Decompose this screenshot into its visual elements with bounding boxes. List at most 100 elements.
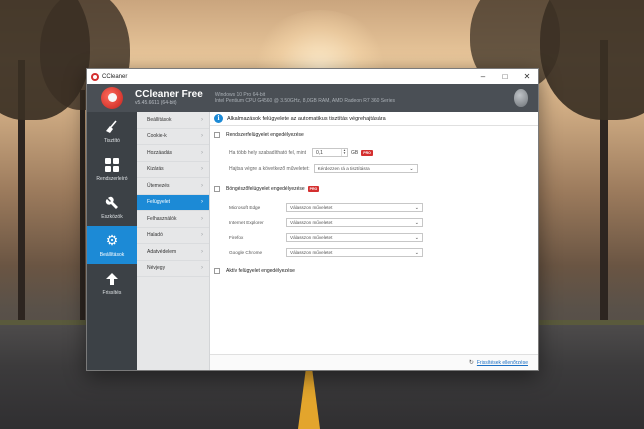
subnav-item-include[interactable]: Hozzáadás › (137, 145, 209, 162)
subnav-item-advanced[interactable]: Haladó › (137, 228, 209, 244)
settings-subnav: Beállítások › Cookie-k › Hozzáadás › Kizárá… (137, 112, 210, 370)
subnav-item-exclude[interactable]: Kizárás › (137, 162, 209, 178)
arrow-up-icon (104, 271, 120, 287)
info-text: Alkalmazások felügyelete az automatikus … (227, 115, 386, 122)
browser-action-value: Válasszon műveletet (290, 250, 333, 255)
chevron-right-icon: › (201, 265, 203, 272)
subnav-item-label: Beállítások (147, 116, 172, 123)
ccleaner-window: CCleaner – □ ✕ CCleaner Free v5.45.6611 … (86, 68, 539, 371)
product-version: v5.45.6611 (64-bit) (135, 100, 177, 106)
threshold-input[interactable]: 0,1 ▲ ▼ (312, 148, 348, 157)
chevron-down-icon: ⌄ (414, 204, 419, 211)
nav-registry[interactable]: Rendszerleíró (87, 150, 137, 188)
browser-action-value: Válasszon műveletet (290, 220, 333, 225)
registry-grid-icon (104, 157, 120, 173)
subnav-item-users[interactable]: Felhasználók › (137, 211, 209, 228)
subnav-item-privacy[interactable]: Adatvédelem › (137, 244, 209, 261)
chevron-down-icon: ⌄ (414, 249, 419, 256)
system-info: Windows 10 Pro 64-bit Intel Pentium CPU … (215, 92, 395, 104)
chevron-right-icon: › (201, 232, 203, 239)
subnav-item-label: Kizárás (147, 166, 164, 173)
chevron-right-icon: › (201, 182, 203, 189)
nav-cleaner[interactable]: Tisztító (87, 112, 137, 150)
browser-action-value: Válasszon műveletet (290, 205, 333, 210)
broom-icon (104, 119, 120, 135)
nav-tools-label: Eszközök (101, 213, 123, 220)
piriform-pear-icon (514, 89, 528, 107)
app-header: CCleaner Free v5.45.6611 (64-bit) Window… (87, 84, 538, 112)
monitoring-panel: i Alkalmazások felügyelete az automatiku… (210, 112, 538, 370)
subnav-item-label: Cookie-k (147, 133, 167, 140)
threshold-value: 0,1 (316, 149, 323, 156)
left-nav: Tisztító Rendszerleíró Eszközök ⚙ Beállí… (87, 112, 137, 370)
window-title: CCleaner (102, 73, 128, 80)
info-bar: i Alkalmazások felügyelete az automatiku… (210, 112, 538, 126)
chevron-right-icon: › (201, 149, 203, 156)
subnav-item-cookies[interactable]: Cookie-k › (137, 129, 209, 145)
browser-action-select-edge[interactable]: Válasszon műveletet ⌄ (286, 203, 423, 212)
browser-name-firefox: Firefox (229, 235, 244, 240)
nav-cleaner-label: Tisztító (104, 137, 120, 144)
panel-footer: ↻ Frissítések ellenőrzése (210, 354, 538, 370)
window-controls: – □ ✕ (472, 69, 538, 84)
active-monitoring-checkbox[interactable] (214, 268, 220, 274)
chevron-down-icon: ⌄ (409, 165, 414, 172)
gear-icon: ⚙ (105, 232, 119, 248)
maximize-button[interactable]: □ (494, 69, 516, 84)
pro-badge: PRO (361, 149, 373, 156)
browser-name-chrome: Google Chrome (229, 250, 263, 255)
browser-monitoring-checkbox[interactable] (214, 186, 220, 192)
action-row: Hajtsa végre a következő műveletet: Kérd… (229, 164, 418, 173)
minimize-button[interactable]: – (472, 69, 494, 84)
active-monitoring-label: Aktív felügyelet engedélyezése (226, 268, 295, 274)
nav-tools[interactable]: Eszközök (87, 188, 137, 226)
browser-action-select-firefox[interactable]: Válasszon műveletet ⌄ (286, 233, 423, 242)
action-label: Hajtsa végre a következő műveletet: (229, 165, 310, 172)
threshold-unit: GB (351, 149, 359, 156)
chevron-down-icon: ⌄ (414, 234, 419, 241)
title-bar[interactable]: CCleaner – □ ✕ (87, 69, 538, 84)
info-icon: i (214, 114, 223, 123)
nav-settings[interactable]: ⚙ Beállítások (87, 226, 137, 264)
pro-badge: PRO (307, 186, 320, 192)
subnav-item-monitoring[interactable]: Felügyelet › (137, 194, 209, 211)
action-select[interactable]: Kérdezzen rá a tisztításra ⌄ (313, 164, 418, 173)
system-monitoring-checkbox[interactable] (214, 132, 220, 138)
browser-name-ie: Internet Explorer (229, 220, 264, 225)
chevron-right-icon: › (201, 248, 203, 255)
active-monitoring-row: Aktív felügyelet engedélyezése (214, 268, 295, 274)
nav-registry-label: Rendszerleíró (96, 175, 128, 182)
chevron-right-icon: › (201, 215, 203, 222)
action-select-value: Kérdezzen rá a tisztításra (317, 166, 370, 171)
subnav-item-settings[interactable]: Beállítások › (137, 112, 209, 129)
threshold-spinner[interactable]: ▲ ▼ (341, 149, 347, 156)
chevron-right-icon: › (201, 116, 203, 123)
browser-action-select-chrome[interactable]: Válasszon műveletet ⌄ (286, 248, 423, 257)
ccleaner-logo (87, 84, 137, 112)
subnav-item-label: Ütemezés (147, 182, 170, 189)
subnav-item-label: Hozzáadás (147, 149, 173, 156)
nav-settings-label: Beállítások (99, 251, 125, 258)
subnav-item-about[interactable]: Névjegy › (137, 261, 209, 277)
browser-action-select-ie[interactable]: Válasszon műveletet ⌄ (286, 218, 423, 227)
threshold-label: Ha több hely szabadítható fel, mint (229, 149, 306, 156)
system-monitoring-label: Rendszerfelügyelet engedélyezése (226, 132, 304, 138)
subnav-item-label: Adatvédelem (147, 248, 177, 255)
subnav-item-scheduling[interactable]: Ütemezés › (137, 178, 209, 195)
product-name: CCleaner Free (135, 89, 203, 100)
product-info: CCleaner Free v5.45.6611 (64-bit) (135, 89, 203, 107)
nav-update[interactable]: Frissítés (87, 264, 137, 302)
browser-action-value: Válasszon műveletet (290, 235, 333, 240)
chevron-right-icon: › (201, 166, 203, 173)
system-info-hardware: Intel Pentium CPU G4560 @ 3.50GHz, 8,0GB… (214, 98, 395, 104)
close-button[interactable]: ✕ (516, 69, 538, 84)
subnav-item-label: Névjegy (147, 265, 166, 272)
chevron-down-icon: ⌄ (414, 219, 419, 226)
check-updates-link[interactable]: Frissítések ellenőrzése (477, 360, 528, 366)
chevron-right-icon: › (201, 133, 203, 140)
system-monitoring-row: Rendszerfelügyelet engedélyezése (214, 132, 304, 138)
ccleaner-app-icon (91, 72, 99, 81)
threshold-row: Ha több hely szabadítható fel, mint 0,1 … (229, 148, 373, 157)
wrench-icon (104, 195, 120, 211)
refresh-icon: ↻ (468, 360, 474, 366)
